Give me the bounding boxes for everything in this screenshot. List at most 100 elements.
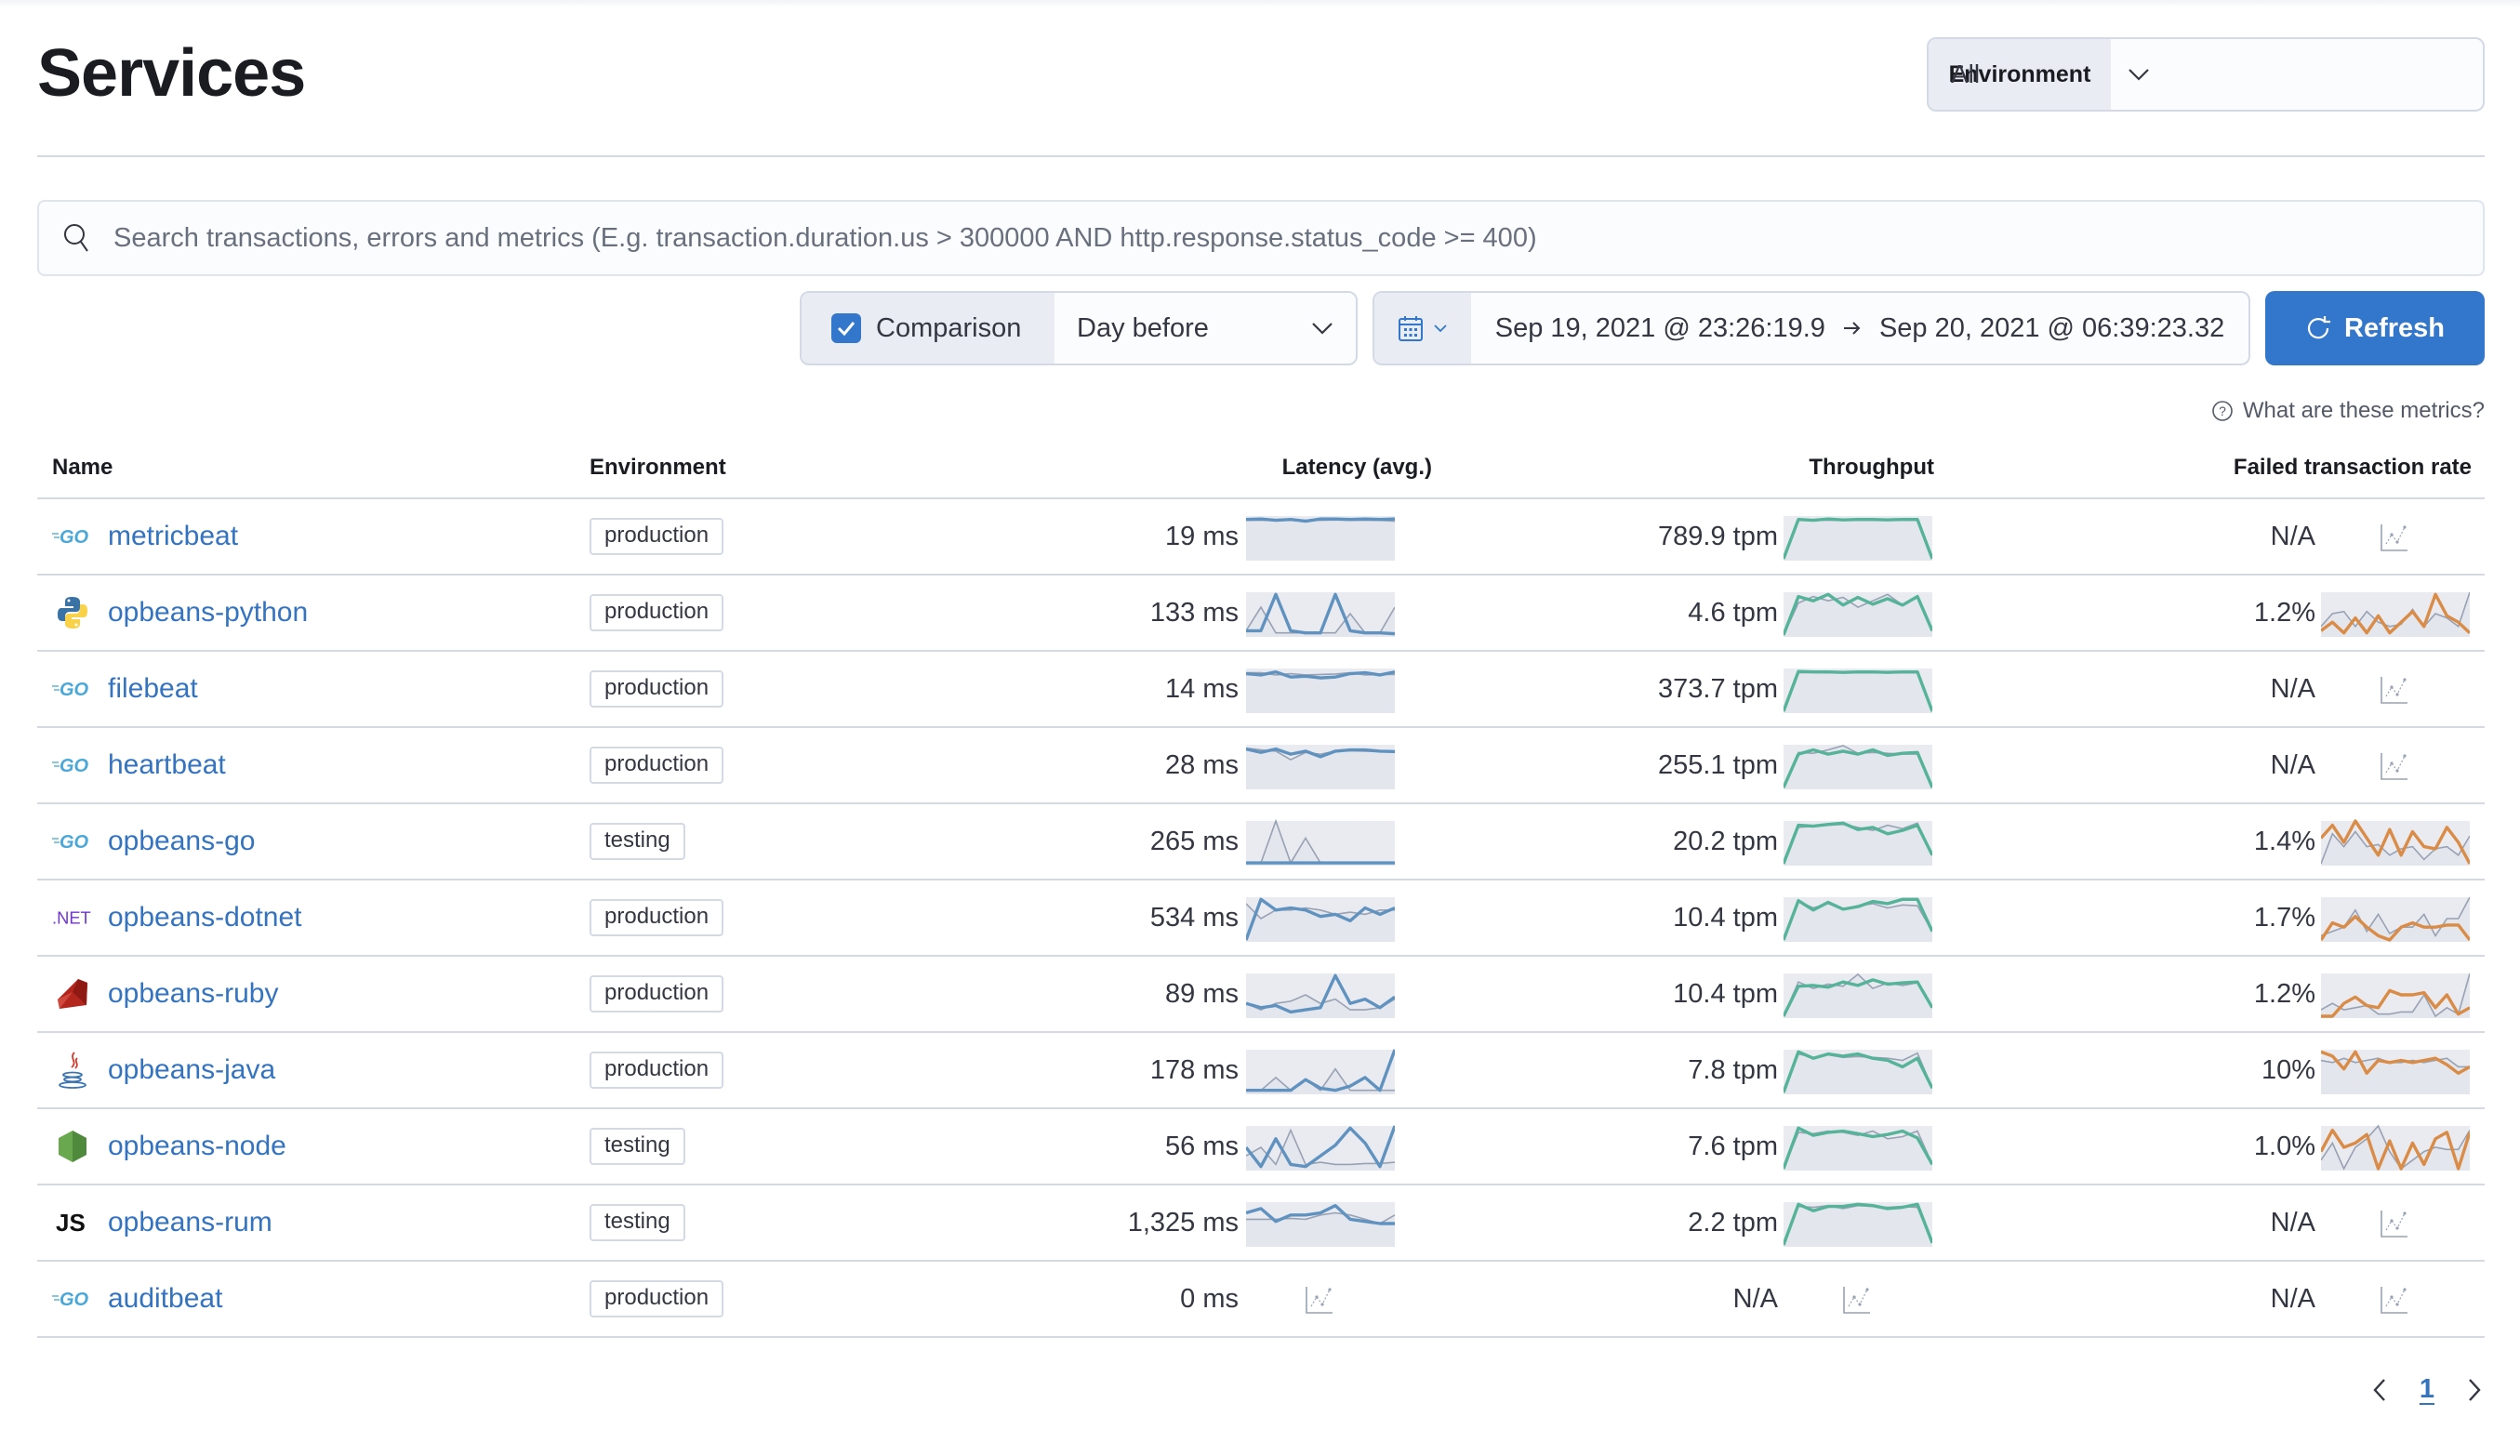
environment-badge: testing [590, 1204, 685, 1241]
comparison-toggle[interactable]: Comparison [802, 293, 1054, 364]
environment-cell: testing [590, 1185, 685, 1260]
environment-badge: production [590, 1052, 724, 1089]
latency-sparkline [1246, 1125, 1395, 1171]
throughput-value: 20.2 tpm [1673, 826, 1778, 856]
table-row: opbeans-java production 178 ms 7.8 tpm 10% [37, 1033, 2485, 1109]
go-agent-icon: GO [52, 1278, 93, 1319]
end-date[interactable]: Sep 20, 2021 @ 06:39:23.32 [1879, 313, 2224, 344]
chevron-down-icon[interactable] [2111, 39, 2167, 110]
chevron-down-icon [1312, 323, 1333, 335]
service-link[interactable]: auditbeat [108, 1283, 222, 1315]
table-row: JS opbeans-rum testing 1,325 ms 2.2 tpm N/A [37, 1185, 2485, 1262]
date-picker[interactable]: Sep 19, 2021 @ 23:26:19.9 Sep 20, 2021 @… [1373, 291, 2250, 365]
service-link[interactable]: opbeans-go [108, 826, 255, 857]
environment-badge: production [590, 670, 724, 708]
failed-value: 1.7% [2253, 902, 2315, 933]
python-agent-icon [52, 592, 93, 633]
nodejs-agent-icon [52, 1126, 93, 1167]
environment-select-value[interactable]: All [1929, 39, 1980, 110]
service-link[interactable]: opbeans-dotnet [108, 902, 302, 933]
sparkline-comparison-area [1246, 520, 1395, 561]
throughput-sparkline [1784, 897, 1932, 942]
svg-text:GO: GO [60, 832, 89, 853]
failed-value: N/A [2270, 673, 2315, 704]
failed-value: N/A [2270, 521, 2315, 551]
failed-value: 1.2% [2253, 978, 2315, 1009]
service-link[interactable]: metricbeat [108, 521, 238, 552]
failed-value: 1.0% [2253, 1131, 2315, 1161]
environment-badge: production [590, 899, 724, 936]
comparison-control[interactable]: Comparison Day before [800, 291, 1358, 365]
latency-value: 534 ms [1149, 902, 1239, 933]
service-link[interactable]: opbeans-node [108, 1131, 286, 1162]
column-header-failed-rate[interactable]: Failed transaction rate [2234, 455, 2472, 481]
service-name-cell: .NET opbeans-dotnet [52, 880, 302, 955]
latency-sparkline [1246, 1202, 1395, 1247]
environment-badge: production [590, 747, 724, 784]
throughput-value: 7.8 tpm [1688, 1054, 1778, 1085]
failed-value: N/A [2270, 749, 2315, 780]
throughput-sparkline [1784, 1126, 1932, 1171]
latency-value: 28 ms [1165, 749, 1239, 780]
service-link[interactable]: opbeans-java [108, 1054, 275, 1086]
refresh-button[interactable]: Refresh [2265, 291, 2485, 365]
quick-select-button[interactable] [1374, 293, 1471, 364]
refresh-label: Refresh [2344, 312, 2445, 343]
environment-cell: production [590, 957, 724, 1031]
next-page-icon[interactable] [2466, 1377, 2483, 1403]
comparison-checkbox[interactable] [831, 313, 861, 343]
throughput-value: N/A [1732, 1283, 1778, 1314]
latency-sparkline [1246, 1049, 1395, 1094]
calendar-icon [1399, 316, 1423, 341]
previous-page-icon[interactable] [2371, 1377, 2388, 1403]
column-header-environment[interactable]: Environment [590, 455, 726, 481]
service-link[interactable]: opbeans-python [108, 597, 308, 629]
table-body: GO metricbeat production 19 ms 789.9 tpm N/A o… [37, 499, 2485, 1338]
environment-cell: testing [590, 804, 685, 879]
service-link[interactable]: opbeans-ruby [108, 978, 278, 1010]
latency-value: 89 ms [1165, 978, 1239, 1009]
services-table: Name Environment Latency (avg.) Throughp… [37, 437, 2485, 1338]
environment-badge: production [590, 518, 724, 555]
service-name-cell: opbeans-python [52, 576, 308, 650]
service-link[interactable]: filebeat [108, 673, 198, 705]
environment-select[interactable]: Environment All [1927, 37, 2485, 112]
date-range[interactable]: Sep 19, 2021 @ 23:26:19.9 Sep 20, 2021 @… [1471, 293, 2248, 364]
service-name-cell: GO heartbeat [52, 728, 226, 802]
go-agent-icon: GO [52, 516, 93, 557]
search-bar[interactable] [37, 200, 2485, 276]
failed-rate-sparkline [2321, 591, 2470, 637]
column-header-name[interactable]: Name [52, 455, 113, 481]
table-row: GO heartbeat production 28 ms 255.1 tpm N/A [37, 728, 2485, 804]
service-link[interactable]: heartbeat [108, 749, 226, 781]
metrics-help-text: What are these metrics? [2242, 398, 2485, 423]
go-agent-icon: GO [52, 745, 93, 786]
chevron-down-icon [1434, 324, 1447, 333]
svg-text:GO: GO [60, 527, 89, 548]
metrics-help-link[interactable]: ? What are these metrics? [2211, 398, 2485, 424]
search-input[interactable] [113, 222, 2483, 254]
environment-cell: production [590, 880, 724, 955]
table-header: Name Environment Latency (avg.) Throughp… [37, 437, 2485, 499]
sparkline-comparison-area [1784, 672, 1932, 713]
comparison-type-select[interactable]: Day before [1054, 293, 1356, 364]
failed-rate-sparkline [2321, 973, 2470, 1018]
environment-cell: production [590, 499, 724, 574]
comparison-type-value: Day before [1077, 312, 1209, 343]
latency-value: 19 ms [1165, 521, 1239, 551]
svg-text:.NET: .NET [52, 907, 91, 927]
column-header-latency[interactable]: Latency (avg.) [1282, 455, 1432, 481]
throughput-sparkline [1784, 516, 1932, 561]
table-row: GO filebeat production 14 ms 373.7 tpm N/A [37, 652, 2485, 728]
page-1-link[interactable]: 1 [2420, 1374, 2434, 1405]
service-link[interactable]: opbeans-rum [108, 1207, 272, 1238]
start-date[interactable]: Sep 19, 2021 @ 23:26:19.9 [1495, 313, 1825, 344]
column-header-throughput[interactable]: Throughput [1809, 455, 1934, 481]
latency-sparkline [1246, 668, 1395, 713]
latency-value: 56 ms [1165, 1131, 1239, 1161]
environment-badge: production [590, 594, 724, 631]
latency-value: 0 ms [1180, 1283, 1239, 1314]
failed-rate-sparkline [2321, 1050, 2470, 1094]
go-agent-icon: GO [52, 821, 93, 862]
environment-badge: testing [590, 1128, 685, 1165]
